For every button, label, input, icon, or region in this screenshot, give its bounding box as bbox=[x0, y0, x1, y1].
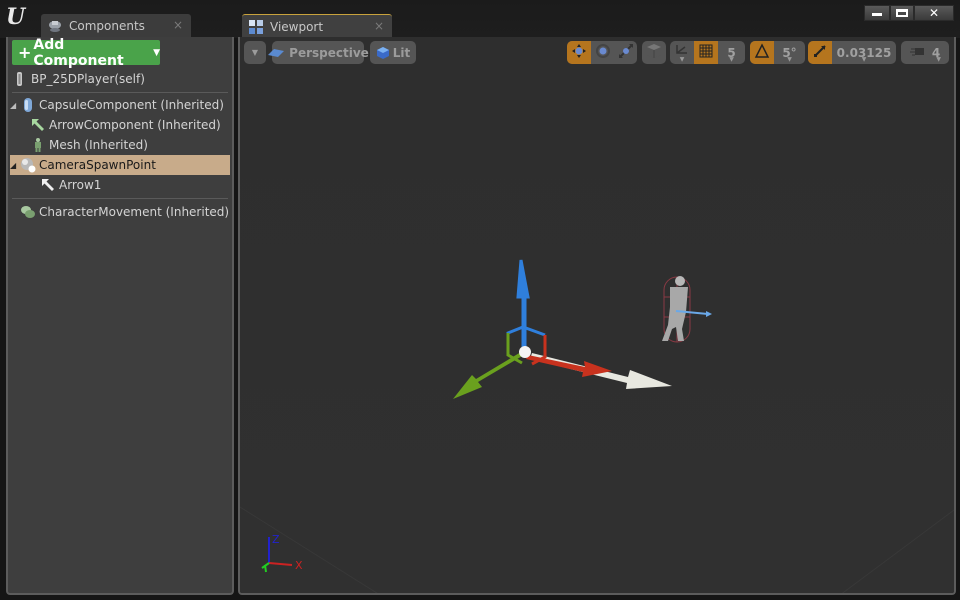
scale-mode-button[interactable] bbox=[614, 41, 637, 64]
world-local-toggle[interactable] bbox=[642, 41, 666, 64]
angle-icon bbox=[754, 43, 770, 62]
perspective-icon bbox=[267, 47, 285, 59]
scale-snap-toggle[interactable] bbox=[808, 41, 832, 64]
tab-components[interactable]: Components × bbox=[41, 14, 191, 38]
close-icon: ✕ bbox=[928, 6, 940, 20]
z-axis-label: Z bbox=[272, 533, 280, 546]
scale-snap-icon bbox=[813, 44, 827, 61]
maximize-icon bbox=[896, 9, 908, 17]
translate-icon bbox=[571, 43, 587, 62]
components-icon bbox=[47, 18, 63, 34]
lit-label: Lit bbox=[392, 45, 411, 60]
rotate-icon bbox=[595, 43, 611, 62]
separator bbox=[12, 92, 228, 93]
chevron-down-icon: ▼ bbox=[251, 48, 259, 57]
rotation-snap-group: 5° ▼ bbox=[750, 41, 805, 64]
tab-viewport[interactable]: Viewport × bbox=[242, 14, 392, 38]
gizmo-center[interactable] bbox=[519, 346, 531, 358]
arrow-icon bbox=[40, 177, 56, 193]
lit-icon bbox=[376, 46, 390, 60]
tree-item-character-movement[interactable]: CharacterMovement (Inherited) bbox=[20, 202, 240, 222]
separator bbox=[12, 198, 228, 199]
add-component-button[interactable]: + Add Component ▼ bbox=[12, 37, 160, 69]
perspective-button[interactable]: Perspective bbox=[268, 41, 369, 64]
camera-speed-icon bbox=[909, 45, 926, 60]
tree-item-capsule[interactable]: ◢ CapsuleComponent (Inherited) bbox=[10, 95, 230, 115]
translate-mode-button[interactable] bbox=[567, 41, 591, 64]
tab-label: Components bbox=[69, 19, 145, 33]
viewport-panel[interactable]: Z X ▼ Perspective Lit ▼ 5 ▼ 5° ▼ 0.03125… bbox=[238, 37, 956, 595]
tree-item-mesh[interactable]: Mesh (Inherited) bbox=[30, 135, 250, 155]
tab-label: Viewport bbox=[270, 19, 324, 34]
unreal-logo-icon: U bbox=[6, 4, 26, 30]
expand-arrow-icon[interactable]: ◢ bbox=[10, 101, 20, 110]
rotation-snap-value[interactable]: 5° ▼ bbox=[774, 41, 805, 64]
chevron-down-icon: ▼ bbox=[153, 47, 160, 58]
tree-item-label: Arrow1 bbox=[59, 178, 102, 192]
actor-icon bbox=[12, 71, 28, 87]
close-tab-icon[interactable]: × bbox=[374, 19, 384, 33]
arrow-icon bbox=[30, 117, 46, 133]
mesh-icon bbox=[30, 137, 46, 153]
tree-item-label: BP_25DPlayer(self) bbox=[31, 72, 145, 86]
camera-speed-button[interactable]: 4 ▼ bbox=[901, 41, 949, 64]
viewport-options-button[interactable]: ▼ bbox=[244, 41, 266, 64]
viewport-icon bbox=[248, 19, 264, 35]
tree-item-arrow-component[interactable]: ArrowComponent (Inherited) bbox=[30, 115, 250, 135]
components-panel: + Add Component ▼ BP_25DPlayer(self) ◢ C… bbox=[6, 37, 234, 595]
transform-mode-group bbox=[567, 41, 637, 64]
close-window-button[interactable]: ✕ bbox=[914, 5, 954, 21]
scale-icon bbox=[618, 43, 634, 62]
plus-icon: + bbox=[18, 43, 32, 62]
tree-item-camera-spawn-point[interactable]: ◢ CameraSpawnPoint bbox=[10, 155, 230, 175]
grid-snap-value[interactable]: 5 ▼ bbox=[718, 41, 745, 64]
tree-item-label: CapsuleComponent (Inherited) bbox=[39, 98, 224, 112]
close-tab-icon[interactable]: × bbox=[173, 18, 183, 32]
tree-item-label: CharacterMovement (Inherited) bbox=[39, 205, 230, 219]
maximize-button[interactable] bbox=[890, 5, 914, 21]
tree-item-label: CameraSpawnPoint bbox=[39, 158, 156, 172]
capsule-icon bbox=[20, 97, 36, 113]
viewport-scene[interactable]: Z X bbox=[240, 37, 956, 595]
rotate-mode-button[interactable] bbox=[591, 41, 614, 64]
grid-snap-group: ▼ 5 ▼ bbox=[670, 41, 745, 64]
minimize-button[interactable] bbox=[864, 5, 890, 21]
world-cube-icon bbox=[646, 43, 662, 62]
tree-item-self[interactable]: BP_25DPlayer(self) bbox=[12, 69, 232, 89]
add-component-label: Add Component bbox=[33, 36, 124, 69]
scale-snap-value[interactable]: 0.03125 ▼ bbox=[832, 41, 896, 64]
rotation-snap-toggle[interactable] bbox=[750, 41, 774, 64]
tree-item-label: Mesh (Inherited) bbox=[49, 138, 148, 152]
minimize-icon bbox=[872, 12, 882, 16]
x-axis-label: X bbox=[295, 559, 303, 572]
expand-arrow-icon[interactable]: ◢ bbox=[10, 161, 20, 170]
lit-button[interactable]: Lit bbox=[370, 41, 416, 64]
window-controls: ✕ bbox=[864, 5, 954, 21]
tree-item-label: ArrowComponent (Inherited) bbox=[49, 118, 221, 132]
movement-icon bbox=[20, 204, 36, 220]
surface-snap-button[interactable]: ▼ bbox=[670, 41, 694, 64]
viewport-background bbox=[240, 37, 954, 593]
scale-snap-group: 0.03125 ▼ bbox=[808, 41, 896, 64]
grid-icon bbox=[699, 44, 713, 61]
scene-component-icon bbox=[20, 157, 36, 173]
camera-speed-group: 4 ▼ bbox=[901, 41, 949, 64]
tree-item-arrow1[interactable]: Arrow1 bbox=[40, 175, 260, 195]
grid-snap-toggle[interactable] bbox=[694, 41, 718, 64]
perspective-label: Perspective bbox=[289, 45, 369, 60]
